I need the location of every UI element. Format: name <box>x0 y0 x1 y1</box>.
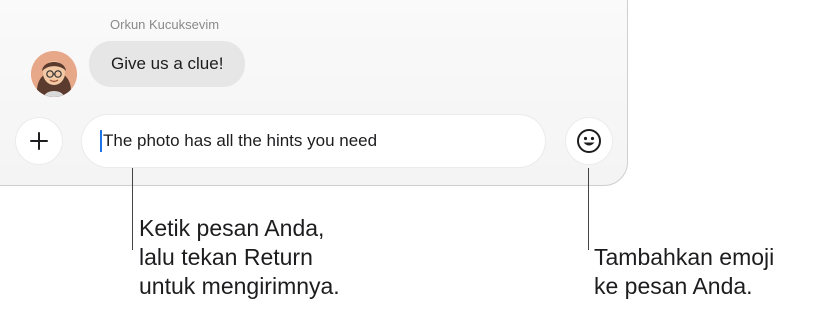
message-input[interactable]: The photo has all the hints you need <box>82 115 545 167</box>
emoji-button[interactable] <box>566 118 612 164</box>
plus-icon <box>30 132 48 150</box>
emoji-callout: Tambahkan emoji ke pesan Anda. <box>594 243 774 301</box>
smiley-icon <box>577 129 601 153</box>
emoji-callout-line <box>588 168 589 250</box>
input-callout-line-1: Ketik pesan Anda, <box>139 215 325 241</box>
message-text: Give us a clue! <box>111 54 224 73</box>
memoji-avatar-icon <box>31 51 77 97</box>
sender-name: Orkun Kucuksevim <box>110 17 220 32</box>
message-bubble: Give us a clue! <box>89 41 246 87</box>
emoji-callout-line-1: Tambahkan emoji <box>594 244 775 270</box>
input-callout: Ketik pesan Anda, lalu tekan Return untu… <box>139 214 340 301</box>
input-callout-line <box>132 168 133 250</box>
avatar <box>31 51 77 97</box>
input-callout-line-3: untuk mengirimnya. <box>139 273 340 299</box>
add-button[interactable] <box>16 118 62 164</box>
message-input-value: The photo has all the hints you need <box>103 131 378 150</box>
messages-window: Orkun Kucuksevim Give us a clue! The pho… <box>0 0 628 186</box>
text-caret <box>100 130 102 152</box>
input-callout-line-2: lalu tekan Return <box>139 244 313 270</box>
emoji-callout-line-2: ke pesan Anda. <box>594 273 753 299</box>
